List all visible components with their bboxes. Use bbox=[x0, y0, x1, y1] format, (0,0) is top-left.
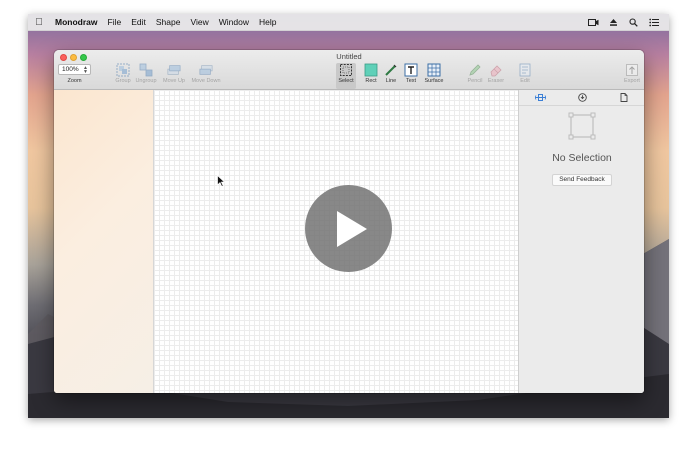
surface-tool-button[interactable]: Surface bbox=[414, 63, 454, 89]
edit-label: Edit bbox=[520, 78, 530, 84]
eject-icon[interactable] bbox=[608, 18, 619, 27]
menu-view[interactable]: View bbox=[185, 14, 213, 31]
menu-app-name[interactable]: Monodraw bbox=[50, 14, 103, 31]
menu-extras bbox=[588, 17, 669, 27]
menu-edit[interactable]: Edit bbox=[126, 14, 151, 31]
edit-button[interactable]: Edit bbox=[505, 63, 545, 89]
no-selection-placeholder-icon bbox=[568, 112, 596, 140]
info-icon[interactable] bbox=[575, 92, 589, 104]
window-title: Untitled bbox=[336, 52, 362, 61]
mouse-pointer-icon bbox=[217, 175, 225, 187]
window-toolbar: Untitled 100% ▲ ▼ Zoom Group Ungroup Mov… bbox=[54, 50, 644, 90]
send-feedback-button[interactable]: Send Feedback bbox=[552, 174, 612, 186]
menu-bar:  Monodraw File Edit Shape View Window H… bbox=[28, 14, 669, 31]
edit-icon bbox=[518, 63, 532, 77]
stepper-arrows-icon[interactable]: ▲ ▼ bbox=[83, 66, 88, 75]
move-up-label: Move Up bbox=[162, 78, 185, 84]
surface-label: Surface bbox=[424, 78, 444, 84]
menu-window[interactable]: Window bbox=[214, 14, 254, 31]
inspector-panel: No Selection Send Feedback bbox=[518, 90, 644, 393]
ungroup-icon bbox=[139, 63, 153, 77]
menu-shape[interactable]: Shape bbox=[151, 14, 186, 31]
document-icon[interactable] bbox=[617, 92, 631, 104]
spotlight-icon[interactable] bbox=[628, 17, 639, 27]
no-selection-label: No Selection bbox=[552, 152, 612, 164]
video-play-button[interactable] bbox=[305, 185, 392, 272]
export-icon bbox=[625, 63, 639, 77]
move-down-label: Move Down bbox=[191, 78, 221, 84]
move-up-icon bbox=[167, 63, 181, 77]
screenshot-frame:  Monodraw File Edit Shape View Window H… bbox=[0, 0, 697, 457]
export-label: Export bbox=[624, 78, 640, 84]
layers-sidebar[interactable] bbox=[54, 90, 154, 393]
move-down-button[interactable]: Move Down bbox=[186, 63, 226, 89]
menu-help[interactable]: Help bbox=[254, 14, 281, 31]
export-button[interactable]: Export bbox=[612, 63, 644, 89]
move-down-icon bbox=[199, 63, 213, 77]
surface-grid-icon bbox=[427, 63, 441, 77]
eraser-label: Eraser bbox=[487, 78, 505, 84]
zoom-value: 100% bbox=[62, 66, 79, 73]
eraser-icon bbox=[489, 63, 503, 77]
style-inspector-icon[interactable] bbox=[533, 92, 547, 104]
menu-file[interactable]: File bbox=[103, 14, 127, 31]
inspector-tabs bbox=[519, 90, 644, 106]
play-icon bbox=[336, 210, 367, 247]
zoom-label: Zoom bbox=[67, 78, 82, 84]
screen-record-icon[interactable] bbox=[588, 18, 599, 27]
zoom-stepper[interactable]: 100% ▲ ▼ bbox=[58, 64, 91, 75]
apple-menu-icon[interactable]:  bbox=[28, 14, 50, 31]
notification-center-icon[interactable] bbox=[648, 18, 659, 27]
